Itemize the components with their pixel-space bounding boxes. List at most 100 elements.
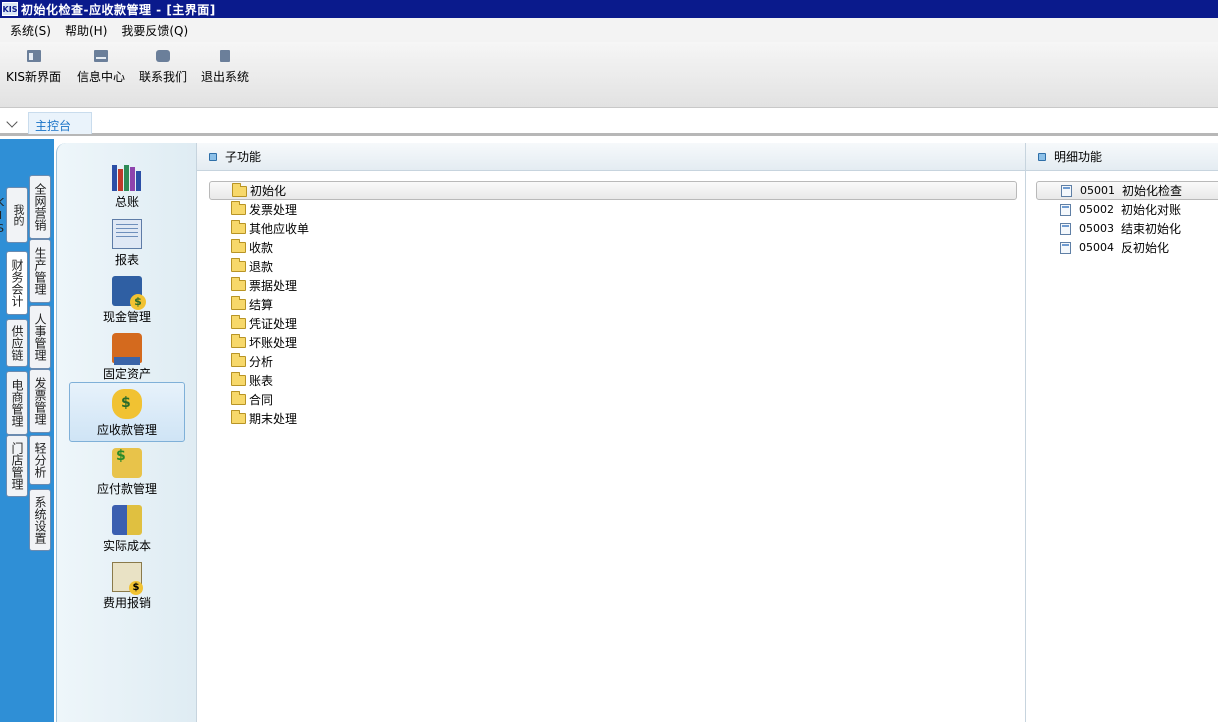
folder-icon	[231, 220, 246, 234]
contact-us-label: 联系我们	[139, 70, 188, 84]
info-center-label: 信息中心	[77, 70, 126, 84]
contact-us-button[interactable]: 联系我们	[139, 50, 187, 85]
folder-icon	[231, 277, 246, 291]
detail-item-reverse-init[interactable]: 05004 反初始化	[1036, 238, 1218, 257]
folder-icon	[231, 334, 246, 348]
module-report[interactable]: 报表	[69, 213, 185, 271]
tree-item-initialization[interactable]: 初始化	[209, 181, 1017, 200]
truck-icon	[112, 333, 142, 365]
panel-square-icon	[209, 152, 217, 161]
exit-icon	[220, 50, 230, 62]
tree-item-bill[interactable]: 票据处理	[209, 276, 1017, 295]
module-label: 总账	[114, 195, 139, 209]
nav-tab-store[interactable]: 门店管理	[6, 435, 28, 497]
layout-icon	[26, 50, 41, 62]
detail-item-init-reconcile[interactable]: 05002 初始化对账	[1036, 200, 1218, 219]
detail-item-end-init[interactable]: 05003 结束初始化	[1036, 219, 1218, 238]
sub-function-title: 子功能	[225, 150, 262, 164]
detail-function-panel: 明细功能 05001 初始化检查 05002 初始化对账 05003 结束初始化…	[1025, 143, 1218, 722]
module-receivables[interactable]: 应收款管理	[69, 382, 185, 442]
tree-item-period-end[interactable]: 期末处理	[209, 409, 1017, 428]
folder-icon	[231, 296, 246, 310]
sub-function-header: 子功能	[197, 143, 1025, 171]
sub-function-tree: 初始化 发票处理 其他应收单 收款 退款 票据处理 结算 凭证处理 坏账处理 分…	[209, 181, 1017, 428]
title-bar: KIS 初始化检查-应收款管理 - [主界面]	[0, 0, 1218, 18]
module-cash-management[interactable]: 现金管理	[69, 270, 185, 328]
left-nav: 我的KIS 财务会计 供应链 电商管理 门店管理 全网营销 生产管理 人事管理 …	[0, 139, 54, 722]
info-center-button[interactable]: 信息中心	[77, 50, 125, 85]
tree-item-voucher[interactable]: 凭证处理	[209, 314, 1017, 333]
module-label: 固定资产	[102, 367, 151, 381]
module-label: 报表	[114, 253, 139, 267]
nav-tab-hr[interactable]: 人事管理	[29, 305, 51, 369]
sub-function-panel: 子功能 初始化 发票处理 其他应收单 收款 退款 票据处理 结算 凭证处理 坏账…	[196, 143, 1025, 722]
nav-tab-finance[interactable]: 财务会计	[6, 251, 28, 315]
document-icon	[1060, 222, 1071, 235]
module-label: 现金管理	[102, 310, 151, 324]
kis-new-ui-label: KIS新界面	[6, 70, 62, 84]
detail-function-header: 明细功能	[1026, 143, 1218, 171]
tree-item-invoice[interactable]: 发票处理	[209, 200, 1017, 219]
tree-item-bad-debt[interactable]: 坏账处理	[209, 333, 1017, 352]
module-list: 总账 报表 现金管理 固定资产 应收款管理 应付款管理 实际成本 费用报销	[56, 143, 196, 722]
document-icon	[1061, 184, 1072, 197]
folder-icon	[231, 372, 246, 386]
expense-gear-icon	[112, 562, 143, 595]
cost-cube-icon	[112, 505, 142, 535]
module-actual-cost[interactable]: 实际成本	[69, 499, 185, 557]
nav-tab-system-settings[interactable]: 系统设置	[29, 489, 51, 551]
module-expense-reimbursement[interactable]: 费用报销	[69, 556, 185, 614]
detail-function-title: 明细功能	[1054, 150, 1103, 164]
money-bag-icon	[112, 389, 142, 419]
folder-icon	[232, 183, 247, 197]
detail-function-list: 05001 初始化检查 05002 初始化对账 05003 结束初始化 0500…	[1036, 181, 1218, 257]
menu-bar: 系统(S) 帮助(H) 我要反馈(Q)	[0, 18, 1218, 42]
tree-item-other-receivable[interactable]: 其他应收单	[209, 219, 1017, 238]
tree-item-settlement[interactable]: 结算	[209, 295, 1017, 314]
chevron-down-icon[interactable]	[6, 116, 18, 128]
folder-icon	[231, 353, 246, 367]
nav-tab-marketing[interactable]: 全网营销	[29, 175, 51, 239]
module-fixed-assets[interactable]: 固定资产	[69, 327, 185, 385]
detail-item-init-check[interactable]: 05001 初始化检查	[1036, 181, 1218, 200]
module-label: 费用报销	[102, 596, 151, 610]
mail-icon	[94, 50, 108, 62]
module-payables[interactable]: 应付款管理	[69, 442, 185, 500]
folder-icon	[231, 410, 246, 424]
module-general-ledger[interactable]: 总账	[69, 155, 185, 213]
menu-system[interactable]: 系统(S)	[4, 22, 57, 39]
tree-item-collection[interactable]: 收款	[209, 238, 1017, 257]
chat-icon	[156, 50, 170, 62]
folder-icon	[231, 239, 246, 253]
calculator-cash-icon	[112, 276, 146, 310]
nav-tab-supply-chain[interactable]: 供应链	[6, 319, 28, 367]
tree-item-ledger[interactable]: 账表	[209, 371, 1017, 390]
exit-system-button[interactable]: 退出系统	[201, 50, 249, 85]
kis-new-ui-button[interactable]: KIS新界面	[6, 50, 61, 85]
kis-app-icon: KIS	[2, 2, 18, 16]
nav-tab-my-kis[interactable]: 我的KIS	[0, 187, 28, 243]
tab-main-console[interactable]: 主控台	[28, 112, 92, 134]
toolbar: KIS新界面 信息中心 联系我们 退出系统	[0, 42, 1218, 108]
folder-icon	[231, 258, 246, 272]
menu-feedback[interactable]: 我要反馈(Q)	[115, 22, 194, 39]
report-icon	[112, 219, 142, 249]
payment-icon	[112, 448, 142, 478]
folder-icon	[231, 315, 246, 329]
tab-strip: 主控台	[0, 108, 1218, 136]
tree-item-contract[interactable]: 合同	[209, 390, 1017, 409]
document-icon	[1060, 203, 1071, 216]
document-icon	[1060, 241, 1071, 254]
module-label: 实际成本	[102, 539, 151, 553]
nav-tab-invoice[interactable]: 发票管理	[29, 369, 51, 433]
nav-tab-light-analysis[interactable]: 轻分析	[29, 435, 51, 485]
folder-icon	[231, 391, 246, 405]
panel-square-icon	[1038, 152, 1046, 161]
nav-tab-production[interactable]: 生产管理	[29, 239, 51, 303]
tree-item-analysis[interactable]: 分析	[209, 352, 1017, 371]
menu-help[interactable]: 帮助(H)	[59, 22, 113, 39]
tree-item-refund[interactable]: 退款	[209, 257, 1017, 276]
window-title: 初始化检查-应收款管理 - [主界面]	[21, 2, 216, 17]
books-icon	[112, 161, 142, 191]
nav-tab-ecommerce[interactable]: 电商管理	[6, 371, 28, 435]
